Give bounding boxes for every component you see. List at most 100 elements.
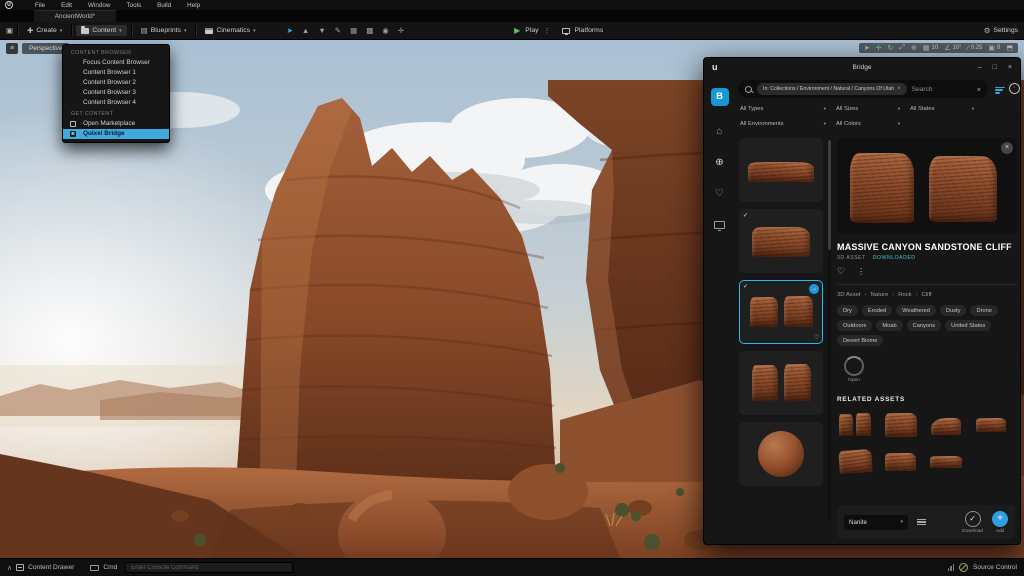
create-button[interactable]: ✚ Create ▾ — [22, 24, 67, 37]
menu-item-content-browser-3[interactable]: Content Browser 3 — [63, 88, 169, 98]
more-options-icon[interactable]: ⋮ — [857, 267, 865, 276]
scale-snap-control[interactable]: ⁄0.25 — [968, 45, 983, 52]
expand-drawer-icon[interactable]: ∧ — [7, 564, 12, 572]
maximize-icon[interactable]: □ — [993, 64, 997, 71]
home-icon[interactable]: ⌂ — [716, 126, 722, 137]
bridge-search-bar[interactable]: In: Collections / Environment / Natural … — [738, 80, 988, 98]
crumb-rock[interactable]: Rock — [898, 292, 911, 298]
quality-select[interactable]: Nanite ▾ — [844, 515, 908, 530]
brush-editing-mode-icon[interactable]: ▩ — [366, 26, 373, 35]
asset-thumbnail-mesa[interactable]: ✓ — [739, 209, 823, 273]
cmd-label[interactable]: Cmd — [103, 564, 117, 571]
add-button[interactable]: + Add — [992, 511, 1008, 533]
camera-speed-control[interactable]: ▣8 — [988, 44, 1000, 52]
menu-item-content-browser-4[interactable]: Content Browser 4 — [63, 98, 169, 108]
search-input[interactable] — [912, 86, 972, 93]
select-mode-icon[interactable]: ➤ — [287, 26, 293, 35]
related-asset[interactable] — [972, 410, 1010, 440]
maximize-viewport-icon[interactable]: ⬒ — [1006, 44, 1013, 52]
crumb-3d-asset[interactable]: 3D Asset — [837, 292, 861, 298]
filter-all-sizes[interactable]: All Sizes▾ — [836, 106, 900, 112]
tag-united-states[interactable]: United States — [945, 320, 991, 331]
filter-all-colors[interactable]: All Colors▾ — [836, 121, 900, 127]
asset-preview[interactable]: × — [837, 138, 1017, 234]
menu-window[interactable]: Window — [80, 2, 118, 9]
asset-thumbnail-blocks[interactable] — [739, 351, 823, 415]
menu-item-content-browser-2[interactable]: Content Browser 2 — [63, 78, 169, 88]
viewport-options-icon[interactable]: ≡ — [6, 43, 18, 54]
rotation-snap-control[interactable]: ∠10° — [944, 44, 961, 52]
world-space-icon[interactable]: ⊕ — [911, 44, 917, 52]
account-icon[interactable]: ◦ — [1009, 83, 1020, 94]
search-filter-chip[interactable]: In: Collections / Environment / Natural … — [757, 83, 907, 95]
menu-edit[interactable]: Edit — [53, 2, 80, 9]
tag-eroded[interactable]: Eroded — [862, 305, 892, 316]
source-control-button[interactable]: Source Control — [973, 564, 1017, 571]
export-settings-icon[interactable] — [917, 517, 926, 527]
grid-snap-control[interactable]: ▦10 — [923, 44, 938, 52]
favorites-heart-icon[interactable]: ♡ — [715, 188, 724, 199]
close-icon[interactable]: × — [1008, 64, 1012, 71]
close-detail-icon[interactable]: × — [1001, 142, 1013, 154]
blueprints-button[interactable]: ▤ Blueprints ▾ — [136, 24, 192, 37]
menu-item-open-marketplace[interactable]: Open Marketplace — [63, 119, 169, 129]
filter-icon[interactable] — [995, 85, 1005, 95]
play-icon[interactable]: ▶ — [514, 26, 520, 35]
minimize-icon[interactable]: – — [978, 64, 982, 71]
content-button[interactable]: Content ▾ — [76, 25, 126, 36]
asset-thumbnail-ledge[interactable] — [739, 138, 823, 202]
cinematics-button[interactable]: Cinematics ▾ — [200, 25, 260, 36]
download-button[interactable]: ✓ Download — [962, 511, 983, 533]
tag-dry[interactable]: Dry — [837, 305, 858, 316]
open-progress[interactable]: Open — [837, 356, 871, 383]
console-input[interactable] — [131, 565, 287, 571]
favorite-heart-icon[interactable]: ♡ — [814, 334, 819, 341]
crumb-nature[interactable]: Nature — [871, 292, 889, 298]
menu-tools[interactable]: Tools — [118, 2, 149, 9]
play-options-icon[interactable]: ⋮ — [544, 27, 551, 35]
foliage-mode-icon[interactable]: ▼ — [318, 26, 325, 35]
chip-remove-icon[interactable]: × — [897, 86, 901, 92]
local-assets-icon[interactable] — [714, 221, 725, 229]
filter-all-types[interactable]: All Types▾ — [740, 106, 826, 112]
related-asset[interactable] — [927, 447, 965, 477]
level-tab[interactable]: AncientWorld* — [34, 10, 116, 22]
tag-desert-biome[interactable]: Desert Biome — [837, 335, 883, 346]
filter-all-environments[interactable]: All Environments▾ — [740, 121, 826, 127]
menu-item-content-browser-1[interactable]: Content Browser 1 — [63, 68, 169, 78]
related-asset[interactable] — [837, 447, 875, 477]
play-label[interactable]: Play — [525, 27, 538, 34]
related-asset[interactable] — [882, 410, 920, 440]
tag-weathered[interactable]: Weathered — [896, 305, 936, 316]
menu-item-focus-content-browser[interactable]: Focus Content Browser — [63, 58, 169, 68]
menu-build[interactable]: Build — [149, 2, 179, 9]
export-icon[interactable]: → — [809, 284, 819, 294]
settings-button[interactable]: ⚙ Settings — [984, 26, 1018, 35]
animation-mode-icon[interactable]: ◉ — [382, 26, 389, 35]
tag-outdoors[interactable]: Outdoors — [837, 320, 872, 331]
select-tool-icon[interactable]: ➤ — [864, 44, 870, 52]
tag-moab[interactable]: Moab — [876, 320, 902, 331]
tag-drone[interactable]: Drone — [970, 305, 998, 316]
menu-help[interactable]: Help — [179, 2, 208, 9]
scrollbar-thumb[interactable] — [828, 140, 831, 250]
globe-icon[interactable]: ⊕ — [715, 157, 723, 168]
search-clear-icon[interactable]: × — [977, 85, 981, 94]
menu-file[interactable]: File — [27, 2, 53, 9]
crumb-cliff[interactable]: Cliff — [922, 292, 932, 298]
related-asset[interactable] — [882, 447, 920, 477]
bridge-logo[interactable]: B — [711, 88, 729, 106]
related-asset[interactable] — [927, 410, 965, 440]
tag-canyons[interactable]: Canyons — [907, 320, 941, 331]
performance-icon[interactable] — [948, 564, 955, 571]
favorite-heart-icon[interactable]: ♡ — [837, 266, 845, 277]
platforms-label[interactable]: Platforms — [575, 27, 604, 34]
asset-thumbnail-boulder[interactable] — [739, 422, 823, 486]
fracture-mode-icon[interactable]: ▦ — [350, 26, 357, 35]
tag-dusty[interactable]: Dusty — [940, 305, 967, 316]
modeling-mode-icon[interactable]: ✛ — [398, 26, 404, 35]
landscape-mode-icon[interactable]: ▲ — [302, 26, 309, 35]
rotate-tool-icon[interactable]: ↻ — [888, 44, 894, 52]
move-tool-icon[interactable]: ✛ — [876, 44, 882, 52]
related-asset[interactable] — [837, 410, 875, 440]
